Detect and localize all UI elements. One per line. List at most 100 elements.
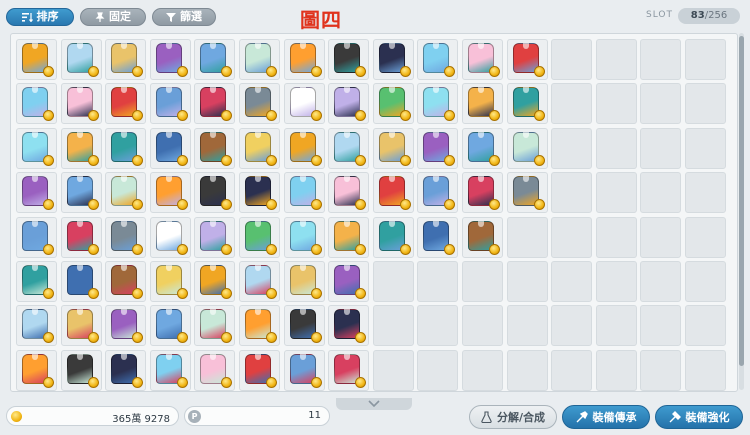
inventory-slot[interactable] [149, 261, 191, 302]
inventory-slot[interactable] [506, 127, 548, 169]
empty-slot[interactable] [685, 39, 726, 80]
empty-slot[interactable] [506, 349, 548, 391]
empty-slot[interactable] [685, 172, 726, 214]
inventory-slot[interactable] [16, 349, 57, 391]
empty-slot[interactable] [595, 39, 637, 80]
inventory-slot[interactable] [239, 305, 280, 347]
inventory-slot[interactable] [60, 216, 102, 258]
inventory-slot[interactable] [239, 349, 280, 391]
inventory-slot[interactable] [417, 172, 459, 214]
inventory-slot[interactable] [60, 261, 102, 302]
empty-slot[interactable] [506, 261, 548, 302]
inventory-slot[interactable] [372, 172, 414, 214]
inventory-slot[interactable] [328, 83, 370, 125]
empty-slot[interactable] [595, 349, 637, 391]
empty-slot[interactable] [551, 261, 593, 302]
empty-slot[interactable] [506, 305, 548, 347]
inventory-slot[interactable] [239, 127, 280, 169]
inventory-slot[interactable] [16, 83, 57, 125]
inventory-slot[interactable] [239, 216, 280, 258]
empty-slot[interactable] [685, 261, 726, 302]
inventory-slot[interactable] [60, 349, 102, 391]
filter-button[interactable]: 篩選 [152, 8, 216, 26]
inventory-slot[interactable] [506, 83, 548, 125]
inventory-slot[interactable] [506, 39, 548, 80]
empty-slot[interactable] [685, 83, 726, 125]
expand-tab[interactable] [336, 398, 412, 410]
empty-slot[interactable] [595, 172, 637, 214]
disassemble-button[interactable]: 分解/合成 [469, 405, 557, 429]
inventory-slot[interactable] [16, 127, 57, 169]
inventory-slot[interactable] [283, 216, 325, 258]
inventory-slot[interactable] [239, 172, 280, 214]
inventory-slot[interactable] [283, 127, 325, 169]
inventory-slot[interactable] [283, 349, 325, 391]
inventory-slot[interactable] [194, 261, 236, 302]
empty-slot[interactable] [640, 127, 682, 169]
empty-slot[interactable] [640, 261, 682, 302]
empty-slot[interactable] [506, 216, 548, 258]
inventory-slot[interactable] [462, 127, 503, 169]
inventory-slot[interactable] [239, 83, 280, 125]
empty-slot[interactable] [685, 216, 726, 258]
empty-slot[interactable] [462, 261, 503, 302]
inventory-slot[interactable] [105, 127, 147, 169]
inventory-slot[interactable] [462, 83, 503, 125]
inventory-slot[interactable] [328, 349, 370, 391]
empty-slot[interactable] [372, 349, 414, 391]
inventory-slot[interactable] [60, 172, 102, 214]
empty-slot[interactable] [417, 349, 459, 391]
inventory-slot[interactable] [283, 83, 325, 125]
inventory-slot[interactable] [194, 83, 236, 125]
inventory-slot[interactable] [16, 216, 57, 258]
empty-slot[interactable] [417, 261, 459, 302]
empty-slot[interactable] [462, 349, 503, 391]
inventory-slot[interactable] [372, 83, 414, 125]
inventory-slot[interactable] [105, 172, 147, 214]
empty-slot[interactable] [595, 261, 637, 302]
empty-slot[interactable] [640, 305, 682, 347]
enhance-button[interactable]: 裝備強化 [655, 405, 743, 429]
pin-button[interactable]: 固定 [80, 8, 146, 26]
inventory-slot[interactable] [328, 39, 370, 80]
inventory-slot[interactable] [194, 127, 236, 169]
inventory-slot[interactable] [149, 83, 191, 125]
empty-slot[interactable] [551, 216, 593, 258]
empty-slot[interactable] [551, 39, 593, 80]
inventory-slot[interactable] [149, 127, 191, 169]
inventory-slot[interactable] [149, 216, 191, 258]
empty-slot[interactable] [685, 349, 726, 391]
empty-slot[interactable] [685, 305, 726, 347]
inventory-slot[interactable] [328, 305, 370, 347]
inventory-slot[interactable] [60, 127, 102, 169]
inventory-slot[interactable] [372, 216, 414, 258]
empty-slot[interactable] [685, 127, 726, 169]
inventory-slot[interactable] [194, 349, 236, 391]
empty-slot[interactable] [551, 349, 593, 391]
empty-slot[interactable] [640, 172, 682, 214]
inventory-slot[interactable] [283, 305, 325, 347]
inventory-slot[interactable] [462, 39, 503, 80]
inventory-slot[interactable] [417, 216, 459, 258]
inventory-slot[interactable] [16, 261, 57, 302]
empty-slot[interactable] [551, 127, 593, 169]
inventory-slot[interactable] [16, 172, 57, 214]
inventory-slot[interactable] [16, 39, 57, 80]
empty-slot[interactable] [640, 39, 682, 80]
empty-slot[interactable] [640, 349, 682, 391]
inventory-slot[interactable] [328, 216, 370, 258]
inventory-slot[interactable] [328, 127, 370, 169]
inventory-slot[interactable] [328, 172, 370, 214]
empty-slot[interactable] [595, 305, 637, 347]
inventory-slot[interactable] [239, 261, 280, 302]
empty-slot[interactable] [595, 127, 637, 169]
inventory-slot[interactable] [16, 305, 57, 347]
inventory-slot[interactable] [60, 39, 102, 80]
sort-button[interactable]: 排序 [6, 8, 74, 26]
empty-slot[interactable] [551, 172, 593, 214]
inventory-slot[interactable] [283, 261, 325, 302]
empty-slot[interactable] [640, 216, 682, 258]
inventory-slot[interactable] [149, 305, 191, 347]
empty-slot[interactable] [595, 83, 637, 125]
empty-slot[interactable] [595, 216, 637, 258]
